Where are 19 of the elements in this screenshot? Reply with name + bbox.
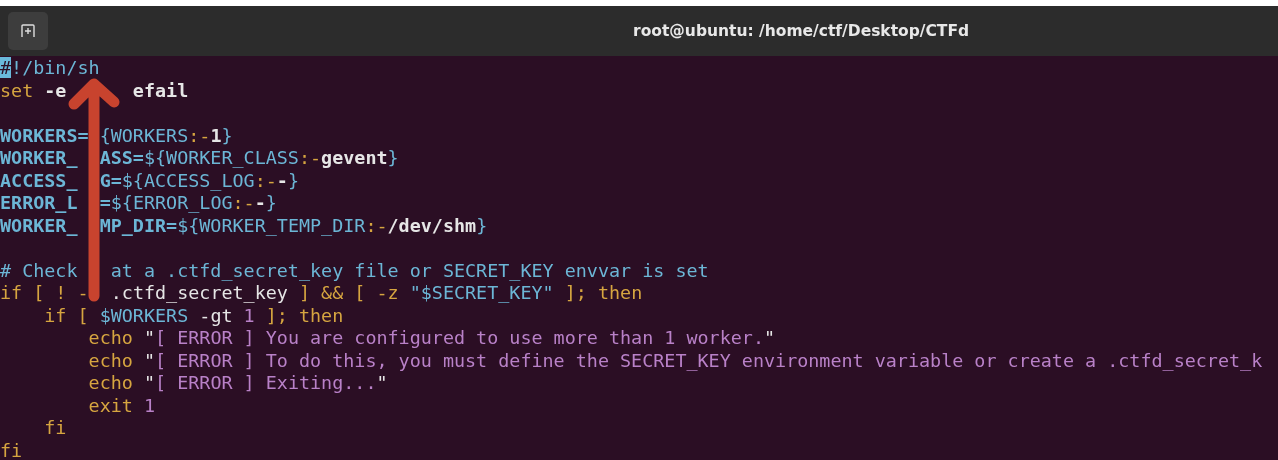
code-line: set -e efail [0, 79, 190, 102]
code-line: echo "[ ERROR ] You are configured to use more than 1 worker." [87, 327, 777, 350]
code-line: if [ $WORKERS -gt 1 ]; then [43, 304, 345, 327]
code-line: fi [43, 417, 68, 440]
code-line: WORKER_ MP_DIR=${WORKER_TEMP_DIR:-/dev/shm} [0, 214, 489, 237]
code-line: # Check at a .ctfd_secret_key file or SECRET_KEY envvar is set [0, 259, 710, 282]
code-line: WORKERS= {WORKERS:-1} [0, 124, 234, 147]
code-line: echo "[ ERROR ] Exiting..." [87, 372, 389, 395]
code-line: ACCESS_ G=${ACCESS_LOG:--} [0, 169, 300, 192]
new-tab-button[interactable] [8, 12, 48, 50]
code-line: if [ ! - .ctfd_secret_key ] && [ -z "$SECRET_KEY" ]; then [0, 282, 644, 305]
code-line: echo "[ ERROR ] To do this, you must define the SECRET_KEY environment variable or create a .ctfd_secret_k [87, 349, 1264, 372]
code-line: fi [0, 439, 24, 460]
code-line: #!/bin/sh [0, 57, 101, 80]
code-line: ERROR_L =${ERROR_LOG:--} [0, 192, 278, 215]
window-title: root@ubuntu: /home/ctf/Desktop/CTFd [633, 22, 970, 40]
code-line: exit 1 [87, 394, 156, 417]
code-line: WORKER_ ASS=${WORKER_CLASS:-gevent} [0, 147, 400, 170]
new-tab-icon [20, 23, 36, 39]
